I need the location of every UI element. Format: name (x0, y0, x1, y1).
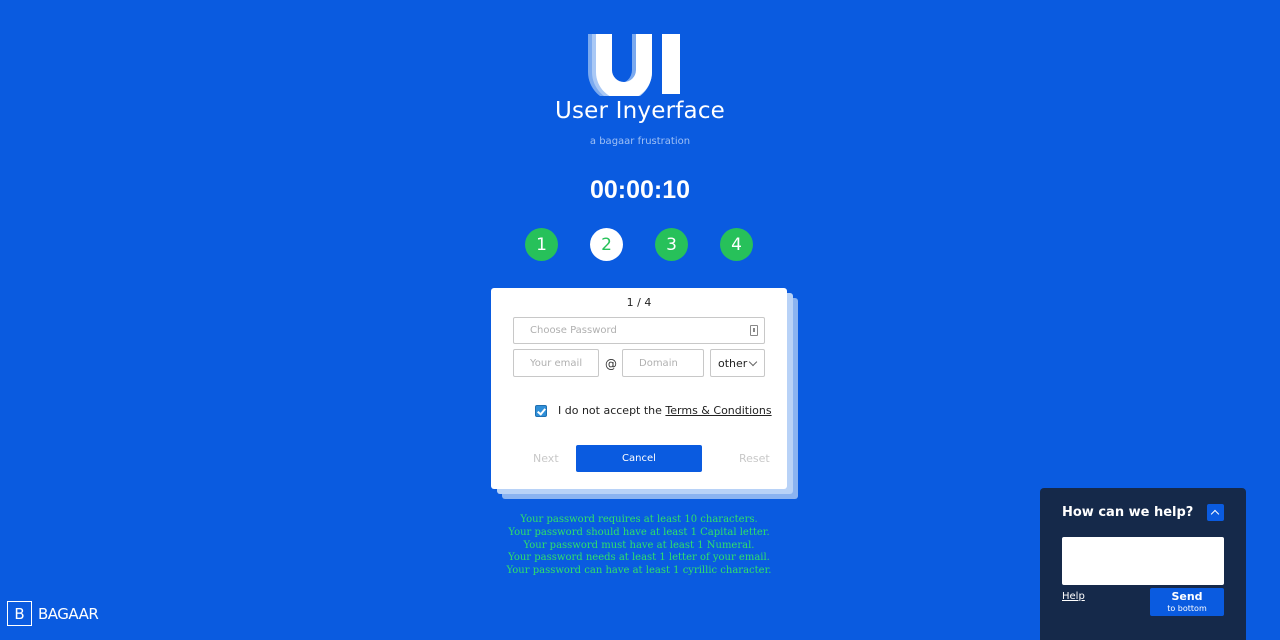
send-sublabel: to bottom (1167, 604, 1207, 613)
tld-select[interactable]: other (710, 349, 765, 377)
password-reveal-icon[interactable] (750, 325, 758, 336)
app-title: User Inyerface (554, 98, 726, 124)
page-indicator: 1 / 4 (626, 296, 652, 309)
bagaar-brand[interactable]: B BAGAAR (7, 601, 99, 626)
help-link[interactable]: Help (1062, 591, 1085, 602)
domain-input[interactable] (623, 350, 703, 376)
step-2-active: 2 (590, 228, 623, 261)
at-sign: @ (605, 357, 617, 371)
terms-prefix: I do not accept the (558, 404, 662, 417)
help-title: How can we help? (1062, 505, 1194, 520)
email-input[interactable] (514, 350, 598, 376)
ui-logo-icon (588, 34, 680, 96)
send-button[interactable]: Send to bottom (1150, 588, 1224, 616)
password-input[interactable] (514, 318, 764, 343)
timer: 00:00:10 (589, 176, 691, 204)
terms-link[interactable]: Terms & Conditions (665, 404, 771, 417)
next-button[interactable]: Next (533, 452, 559, 465)
login-card: 1 / 4 @ other I do not accept the Terms … (491, 288, 787, 489)
password-field[interactable] (513, 317, 765, 344)
chevron-down-icon (748, 357, 758, 367)
send-label: Send (1171, 590, 1203, 603)
brand-name: BAGAAR (38, 604, 99, 623)
bagaar-logo-icon: B (7, 601, 32, 626)
help-widget: How can we help? Help Send to bottom (1040, 488, 1246, 640)
app-subtitle: a bagaar frustration (589, 136, 691, 147)
step-1: 1 (525, 228, 558, 261)
step-indicator: 1 2 3 4 (0, 228, 1280, 262)
tld-selected-value: other (718, 356, 748, 370)
step-4: 4 (720, 228, 753, 261)
reset-button[interactable]: Reset (739, 452, 770, 465)
email-field[interactable] (513, 349, 599, 377)
domain-field[interactable] (622, 349, 704, 377)
help-message-input[interactable] (1062, 537, 1224, 585)
step-3: 3 (655, 228, 688, 261)
terms-label: I do not accept the Terms & Conditions (558, 404, 772, 417)
chevron-up-icon[interactable] (1207, 504, 1224, 521)
terms-checkbox[interactable] (535, 405, 547, 417)
cancel-button[interactable]: Cancel (576, 445, 702, 472)
